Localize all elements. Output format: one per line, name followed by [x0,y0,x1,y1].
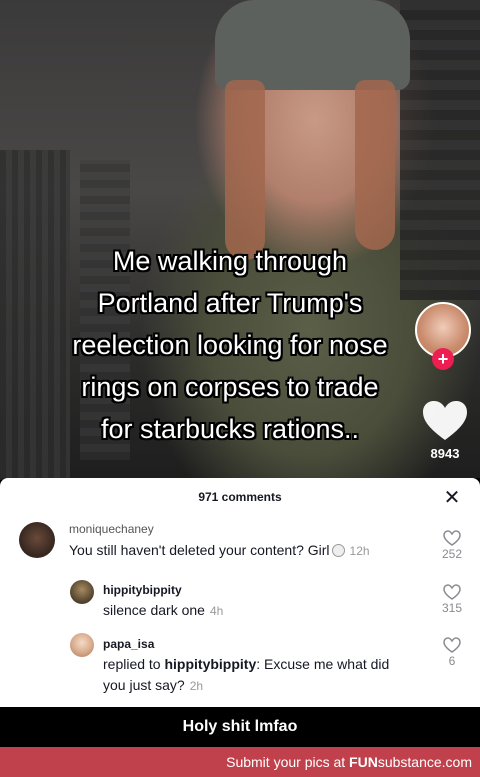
brand-logo-bold: FUN [349,754,378,770]
follow-button[interactable]: + [432,348,454,370]
comment-reply-item: hippitybippity silence dark one 4h 315 [0,576,480,632]
comment-body: silence dark one [103,602,205,618]
heart-icon[interactable] [422,400,468,442]
avatar[interactable] [70,580,94,604]
close-icon[interactable]: ✕ [442,488,462,508]
video-caption: Me walking through Portland after Trump'… [72,246,388,444]
like-count: 8943 [430,446,460,461]
footer-text: Submit your pics at [226,754,350,770]
comments-count: 971 comments [198,490,282,504]
site-footer[interactable]: Submit your pics at FUNsubstance.com [0,747,480,777]
comment-time: 4h [209,604,224,618]
heart-outline-icon [443,637,461,653]
comment-text: You still haven't deleted your content? … [69,540,370,562]
comment-item: moniquechaney You still haven't deleted … [0,518,480,578]
avatar[interactable] [70,633,94,657]
helmet [215,0,410,90]
heart-outline-icon [443,584,461,600]
comment-username[interactable]: papa_isa [103,637,154,651]
hair [225,80,265,260]
comment-like-count: 252 [441,547,463,561]
comment-like-button[interactable]: 315 [437,584,467,615]
comment-body: replied to [103,656,165,672]
mention-link[interactable]: hippitybippity [164,656,256,672]
comment-username[interactable]: moniquechaney [69,522,154,536]
video-player[interactable]: Me walking through Portland after Trump'… [0,0,480,480]
comment-like-count: 315 [441,601,463,615]
meme-caption-banner: Holy shit lmfao [0,707,480,747]
comment-body: : Excuse me what did [256,656,390,672]
comment-text: replied to hippitybippity: Excuse me wha… [103,654,423,697]
comment-body: You still haven't deleted your content? … [69,542,330,558]
comment-like-button[interactable]: 6 [437,637,467,668]
heart-outline-icon [443,530,461,546]
emoji-icon [331,544,345,557]
comment-username[interactable]: hippitybippity [103,583,182,597]
comment-time: 2h [189,679,204,693]
comment-time: 12h [349,544,370,558]
brand-logo-rest: substance.com [377,754,472,770]
comment-body: you just say? [103,677,185,693]
comments-sheet: 971 comments ✕ moniquechaney You still h… [0,478,480,707]
hair [355,80,395,250]
comment-reply-item: papa_isa replied to hippitybippity: Excu… [0,633,480,703]
comment-text: silence dark one 4h [103,600,223,622]
comment-like-count: 6 [448,654,456,668]
comment-like-button[interactable]: 252 [437,530,467,561]
avatar[interactable] [19,522,55,558]
